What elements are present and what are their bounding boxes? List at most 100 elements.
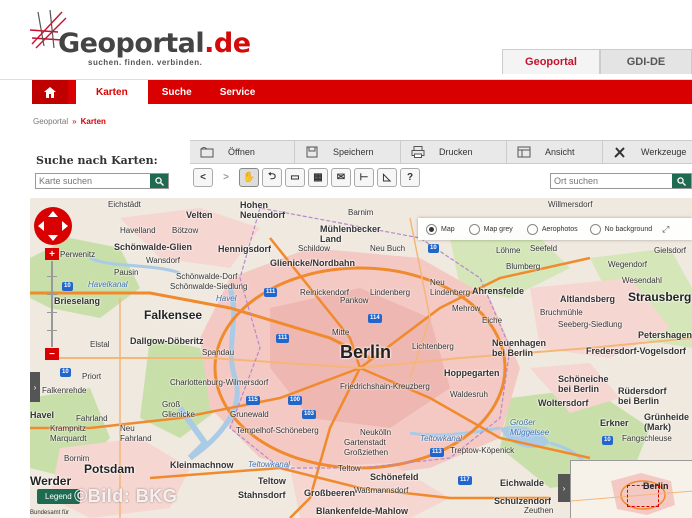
road-shield: 10 (62, 282, 73, 291)
place-label: Grunewald (230, 410, 269, 419)
save-menu-label: Speichern (333, 147, 374, 157)
site-tabs: Geoportal GDI-DE (502, 49, 692, 74)
place-label: Falkensee (144, 308, 203, 322)
place-label: Lindenberg (370, 288, 411, 297)
email-button[interactable]: ✉ (331, 168, 351, 187)
print-menu-label: Drucken (439, 147, 473, 157)
attribution-text[interactable]: Bundesamt für (30, 510, 69, 516)
place-label: Hoppegarten (444, 368, 500, 378)
breadcrumb-current: Karten (80, 117, 106, 126)
layer-option-aerophotos[interactable]: Aerophotos (526, 223, 578, 235)
place-label: Eichstädt (108, 200, 141, 209)
place-label: Perwenitz (60, 250, 96, 259)
measure-area-icon: ▦ (313, 172, 323, 183)
place-label: Fahrland (76, 414, 108, 423)
radio-button[interactable] (589, 223, 601, 235)
place-label: Hohen Neuendorf (240, 200, 285, 220)
tab-gdi-de[interactable]: GDI-DE (600, 49, 692, 74)
place-label: Schönwalde-Siedlung (170, 282, 248, 291)
map-search-button[interactable] (150, 174, 168, 188)
print-icon (411, 146, 425, 158)
water-label: Teltowkanal (248, 460, 290, 469)
tools-icon (613, 146, 627, 158)
place-label: Willmersdorf (548, 200, 593, 209)
place-label: Neu Buch (370, 244, 406, 253)
help-button[interactable]: ? (400, 168, 420, 187)
sidebar-toggle[interactable]: › (30, 372, 40, 402)
place-label: Teltow (338, 464, 361, 473)
layer-option-no-background[interactable]: No background (589, 223, 652, 235)
nav-item-karten[interactable]: Karten (76, 80, 148, 104)
overview-extent-box[interactable] (627, 485, 659, 507)
layer-option-map-grey[interactable]: Map grey (468, 223, 513, 235)
map-search-input[interactable] (36, 174, 150, 188)
place-label: Eiche (482, 316, 503, 325)
forward-button[interactable]: > (216, 168, 236, 187)
layer-option-map[interactable]: Map (426, 223, 455, 235)
place-label: Potsdam (84, 462, 135, 476)
nav-item-service[interactable]: Service (206, 80, 270, 104)
fullscreen-icon[interactable]: ⤢ (662, 224, 669, 235)
pan-hand-icon: ✋ (242, 172, 256, 183)
back-button[interactable]: < (193, 168, 213, 187)
open-menu-label: Öffnen (228, 147, 255, 157)
radio-button[interactable] (526, 223, 538, 235)
overview-toggle[interactable]: › (558, 474, 570, 502)
tools-menu[interactable]: Werkzeuge (603, 141, 692, 163)
place-label: Mehrow (452, 304, 481, 313)
geoportal-logo[interactable]: Geoportal.de suchen. finden. verbinden. (28, 8, 251, 68)
place-label: Lichtenberg (412, 342, 454, 351)
measure-area-button[interactable]: ▦ (308, 168, 328, 187)
place-label: Waßmannsdorf (354, 486, 409, 495)
pan-control[interactable] (33, 206, 73, 246)
place-label: Petershagen/Eg (638, 330, 692, 340)
breadcrumb-root[interactable]: Geoportal (33, 117, 68, 126)
home-icon (44, 86, 56, 98)
map-toolbar: Öffnen Speichern Drucken Ansicht Werkzeu… (190, 140, 692, 164)
road-shield: 103 (302, 410, 317, 419)
place-label: Wansdorf (146, 256, 180, 265)
place-search-button[interactable] (672, 174, 691, 188)
radio-button[interactable] (468, 223, 480, 235)
minus-icon: − (49, 348, 55, 360)
place-label: Neu Fahrland (120, 424, 152, 443)
site-header: Geoportal.de suchen. finden. verbinden. … (0, 0, 692, 80)
place-label: Pankow (340, 296, 369, 305)
save-menu[interactable]: Speichern (295, 141, 401, 163)
measure-line-button[interactable]: ⊢ (354, 168, 374, 187)
place-search-input[interactable] (551, 174, 673, 188)
zoom-out-button[interactable]: − (45, 348, 59, 360)
road-shield: 111 (276, 334, 290, 343)
copyright-watermark: ©Bild: BKG (74, 486, 178, 506)
place-label: Mitte (332, 328, 350, 337)
plus-icon: + (49, 248, 55, 260)
pan-button[interactable]: ✋ (239, 168, 259, 187)
road-shield: 113 (430, 448, 444, 457)
nav-item-suche[interactable]: Suche (148, 80, 206, 104)
map-search-title: Suche nach Karten: (36, 154, 158, 167)
place-label: Gartenstadt Großziethen (344, 438, 389, 457)
home-button[interactable] (32, 80, 68, 104)
forward-icon: > (223, 172, 229, 183)
zoom-in-button[interactable]: + (45, 248, 59, 260)
zoom-slider-track[interactable] (51, 261, 53, 347)
place-label: Havelland (120, 226, 156, 235)
road-shield: 100 (288, 396, 303, 405)
place-label: Dallgow-Döberitz (130, 336, 204, 346)
open-icon (200, 146, 214, 158)
place-label: Fredersdorf-Vogelsdorf (586, 346, 686, 356)
map-canvas[interactable]: Eichstädt Velten Hohen Neuendorf Havella… (30, 198, 692, 518)
query-button[interactable]: ⮌ (262, 168, 282, 187)
tab-geoportal[interactable]: Geoportal (502, 49, 600, 74)
view-menu[interactable]: Ansicht (507, 141, 603, 163)
overview-map[interactable]: Berlin (570, 460, 692, 518)
place-label: Spandau (202, 348, 235, 357)
radio-button[interactable] (426, 223, 437, 235)
place-label: Elstal (90, 340, 110, 349)
open-menu[interactable]: Öffnen (190, 141, 295, 163)
print-menu[interactable]: Drucken (401, 141, 507, 163)
measure-angle-button[interactable]: ◺ (377, 168, 397, 187)
zoom-box-button[interactable]: ▭ (285, 168, 305, 187)
city-label-berlin: Berlin (340, 342, 392, 362)
place-label: Schildow (298, 244, 331, 253)
